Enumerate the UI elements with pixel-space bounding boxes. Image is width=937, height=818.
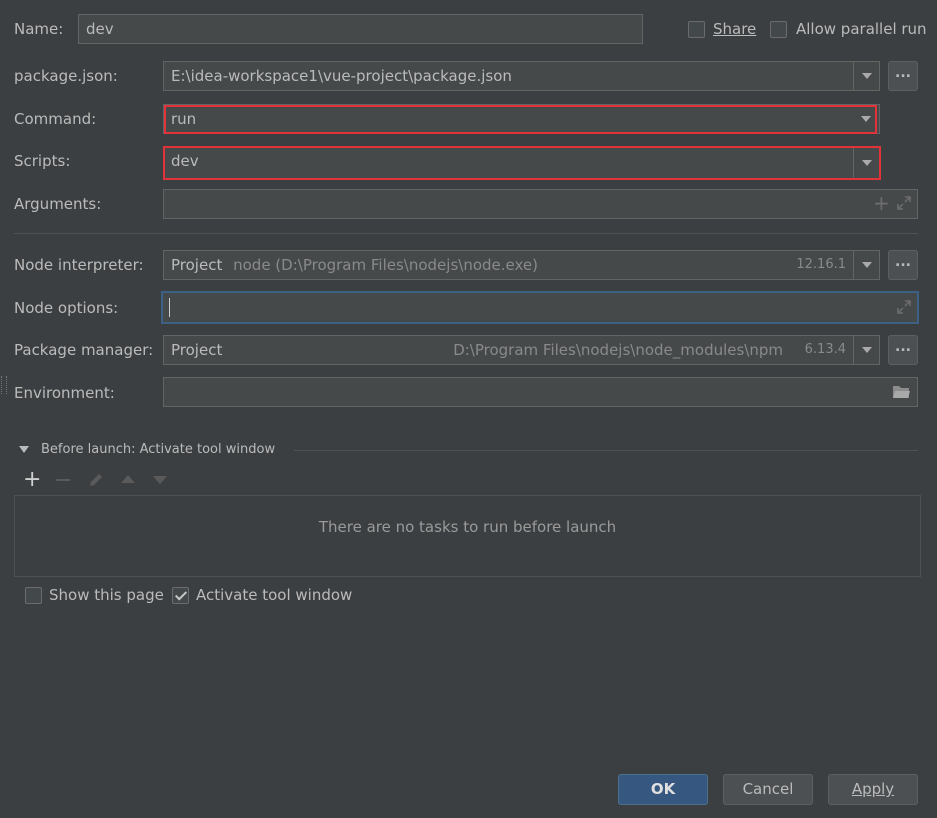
package-manager-path: D:\Program Files\nodejs\node_modules\npm [453,341,783,359]
command-combo[interactable]: run [163,104,880,134]
package-manager-version: 6.13.4 [804,342,846,357]
resize-grip[interactable] [1,376,7,394]
move-up-icon[interactable] [121,475,135,483]
chevron-down-icon[interactable] [853,105,879,133]
name-label: Name: [14,20,64,38]
add-icon[interactable]: + [23,469,41,491]
chevron-down-icon[interactable] [853,147,879,178]
share-label: Share [713,20,757,38]
package-json-combo[interactable]: E:\idea-workspace1\vue-project\package.j… [163,61,880,91]
folder-icon[interactable] [892,384,911,399]
chevron-down-icon[interactable] [853,251,879,279]
command-value: run [171,110,197,128]
add-icon[interactable]: + [873,193,890,213]
show-page-checkbox[interactable] [25,587,42,604]
package-manager-kind: Project [171,341,223,359]
node-options-input[interactable] [161,291,919,324]
environment-label: Environment: [14,384,115,402]
chevron-down-icon[interactable] [853,62,879,90]
before-launch-task-list[interactable]: There are no tasks to run before launch [14,495,921,577]
arguments-label: Arguments: [14,195,102,213]
scripts-label: Scripts: [14,152,71,170]
package-manager-label: Package manager: [14,341,154,359]
scripts-combo[interactable]: dev [163,146,880,179]
package-manager-combo[interactable]: Project D:\Program Files\nodejs\node_mod… [163,335,880,365]
node-interpreter-version: 12.16.1 [796,257,846,272]
share-checkbox[interactable] [688,21,705,38]
node-interpreter-browse-button[interactable]: ... [888,250,918,280]
before-launch-title: Before launch: Activate tool window [41,442,276,457]
ok-button[interactable]: OK [618,774,708,805]
package-json-label: package.json: [14,67,118,85]
separator [14,233,918,234]
activate-tool-window-label: Activate tool window [196,586,353,604]
move-down-icon[interactable] [153,476,167,484]
node-interpreter-path: node (D:\Program Files\nodejs\node.exe) [233,256,538,274]
separator [294,450,918,451]
expand-icon[interactable] [896,299,912,315]
scripts-value: dev [171,152,199,170]
node-interpreter-label: Node interpreter: [14,256,144,274]
empty-task-text: There are no tasks to run before launch [318,518,617,536]
edit-icon[interactable] [87,471,105,489]
expand-icon[interactable] [896,195,912,211]
arguments-input[interactable] [163,189,918,219]
command-label: Command: [14,110,97,128]
environment-input[interactable] [163,377,918,407]
show-page-label: Show this page [49,586,164,604]
node-interpreter-kind: Project [171,256,223,274]
package-json-browse-button[interactable]: ... [888,61,918,91]
cancel-button[interactable]: Cancel [723,774,813,805]
activate-tool-window-checkbox[interactable] [172,587,189,604]
name-input[interactable]: dev [78,14,643,44]
node-interpreter-combo[interactable]: Project node (D:\Program Files\nodejs\no… [163,250,880,280]
remove-icon[interactable] [56,479,70,481]
apply-button[interactable]: Apply [828,774,918,805]
allow-parallel-checkbox[interactable] [770,21,787,38]
collapse-triangle-icon[interactable] [19,446,29,453]
text-caret [169,298,170,317]
package-manager-browse-button[interactable]: ... [888,335,918,365]
node-options-label: Node options: [14,299,119,317]
allow-parallel-label: Allow parallel run [796,20,927,38]
chevron-down-icon[interactable] [853,336,879,364]
package-json-value: E:\idea-workspace1\vue-project\package.j… [171,67,512,85]
